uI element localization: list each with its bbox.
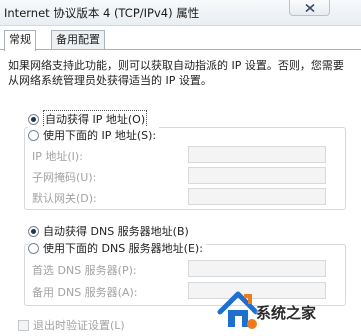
auto-dns-label: 自动获得 DNS 服务器地址(B) (43, 225, 189, 238)
validate-on-exit-checkbox[interactable]: 退出时验证设置(L) (18, 317, 125, 333)
close-x-icon (304, 3, 315, 12)
subnet-mask-label: 子网掩码(U): (32, 171, 97, 184)
manual-dns-radio[interactable]: 使用下面的 DNS 服务器地址(E): (28, 240, 206, 256)
preferred-dns-input[interactable] (188, 260, 326, 277)
preferred-dns-label: 首选 DNS 服务器(P): (32, 264, 137, 277)
close-button[interactable] (289, 0, 330, 16)
manual-dns-label: 使用下面的 DNS 服务器地址(E): (43, 242, 203, 255)
alternate-dns-label: 备用 DNS 服务器(A): (32, 286, 138, 299)
title-bar: Internet 协议版本 4 (TCP/IPv4) 属性 (0, 0, 361, 26)
ip-address-label: IP 地址(I): (32, 150, 83, 163)
tab-strip: 常规 备用配置 (0, 30, 361, 51)
default-gateway-label: 默认网关(D): (32, 192, 97, 205)
watermark-text: 系统之家 (256, 304, 317, 322)
auto-dns-radio[interactable]: 自动获得 DNS 服务器地址(B) (28, 223, 189, 239)
radio-selected-indicator (28, 113, 39, 125)
auto-ip-label: 自动获得 IP 地址(O) (43, 110, 148, 128)
window-title: Internet 协议版本 4 (TCP/IPv4) 属性 (4, 6, 200, 20)
checkbox-box (18, 319, 29, 331)
default-gateway-input[interactable] (188, 188, 326, 205)
tab-alternate-config[interactable]: 备用配置 (51, 30, 105, 50)
subnet-mask-input[interactable] (188, 167, 326, 184)
tab-general[interactable]: 常规 (4, 30, 36, 51)
description-text: 如果网络支持此功能，则可以获取自动指派的 IP 设置。否则，您需要从网络系统管理… (8, 59, 344, 87)
radio-unselected-indicator (28, 129, 39, 141)
manual-ip-label: 使用下面的 IP 地址(S): (43, 129, 157, 142)
radio-selected-indicator (28, 225, 39, 237)
auto-ip-radio[interactable]: 自动获得 IP 地址(O) (28, 110, 148, 128)
house-logo-icon (217, 291, 259, 329)
manual-ip-radio[interactable]: 使用下面的 IP 地址(S): (28, 127, 160, 143)
validate-on-exit-label: 退出时验证设置(L) (33, 319, 125, 332)
ip-address-input[interactable] (188, 146, 326, 163)
radio-unselected-indicator (28, 242, 39, 254)
site-watermark: 系统之家 (216, 286, 361, 336)
